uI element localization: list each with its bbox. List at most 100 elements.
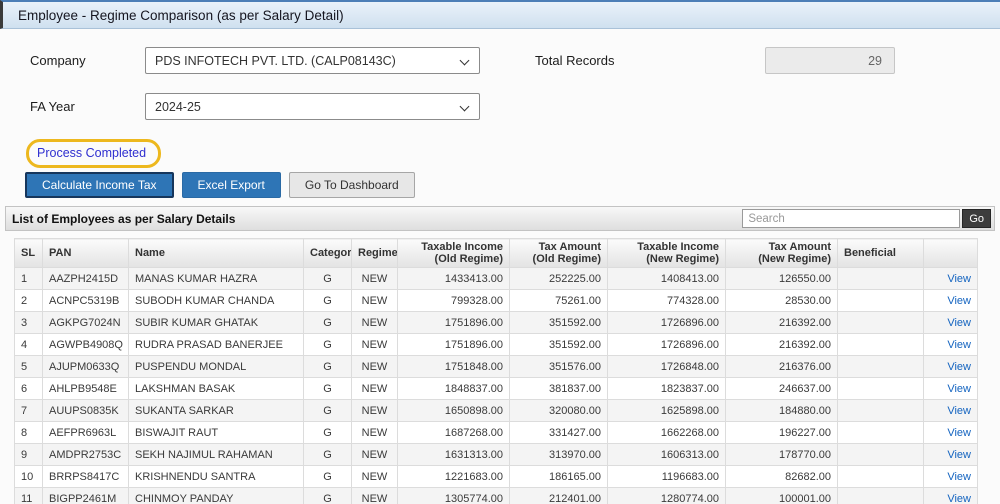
cell-category: G — [304, 488, 352, 504]
cell-regime: NEW — [352, 312, 398, 334]
cell-sl: 2 — [15, 290, 43, 312]
cell-taxable-new: 1726896.00 — [608, 312, 726, 334]
cell-regime: NEW — [352, 400, 398, 422]
employee-table-body: 1 AAZPH2415D MANAS KUMAR HAZRA G NEW 143… — [15, 268, 978, 504]
cell-taxable-old: 1848837.00 — [398, 378, 510, 400]
cell-name: BISWAJIT RAUT — [129, 422, 304, 444]
col-header-category: Category — [304, 239, 352, 268]
view-link[interactable]: View — [930, 427, 971, 439]
view-link[interactable]: View — [930, 339, 971, 351]
cell-pan: ACNPC5319B — [43, 290, 129, 312]
view-link[interactable]: View — [930, 383, 971, 395]
cell-tax-new: 216392.00 — [726, 334, 838, 356]
status-text: Process Completed — [37, 146, 146, 160]
cell-taxable-new: 1280774.00 — [608, 488, 726, 504]
cell-taxable-new: 1606313.00 — [608, 444, 726, 466]
cell-name: SUBIR KUMAR GHATAK — [129, 312, 304, 334]
fa-year-select[interactable]: 2024-25 — [145, 93, 480, 120]
cell-sl: 7 — [15, 400, 43, 422]
table-header-row: SL PAN Name Category Regime Taxable Inco… — [15, 239, 978, 268]
cell-name: SUKANTA SARKAR — [129, 400, 304, 422]
cell-category: G — [304, 290, 352, 312]
cell-tax-old: 351592.00 — [510, 312, 608, 334]
search-area: Go — [742, 209, 991, 228]
view-link[interactable]: View — [930, 361, 971, 373]
go-to-dashboard-button[interactable]: Go To Dashboard — [289, 172, 415, 198]
col-header-regime: Regime — [352, 239, 398, 268]
cell-view: View — [924, 444, 978, 466]
chevron-down-icon — [460, 102, 470, 112]
cell-sl: 3 — [15, 312, 43, 334]
view-link[interactable]: View — [930, 295, 971, 307]
cell-category: G — [304, 334, 352, 356]
calculate-income-tax-button[interactable]: Calculate Income Tax — [25, 172, 174, 198]
col-header-actions — [924, 239, 978, 268]
cell-view: View — [924, 268, 978, 290]
view-link[interactable]: View — [930, 449, 971, 461]
page-titlebar: Employee - Regime Comparison (as per Sal… — [0, 0, 1000, 29]
cell-tax-new: 100001.00 — [726, 488, 838, 504]
cell-view: View — [924, 488, 978, 504]
cell-pan: AHLPB9548E — [43, 378, 129, 400]
cell-tax-old: 331427.00 — [510, 422, 608, 444]
cell-tax-old: 212401.00 — [510, 488, 608, 504]
search-go-button[interactable]: Go — [962, 209, 991, 228]
cell-tax-new: 126550.00 — [726, 268, 838, 290]
cell-sl: 10 — [15, 466, 43, 488]
table-row: 2 ACNPC5319B SUBODH KUMAR CHANDA G NEW 7… — [15, 290, 978, 312]
cell-pan: AUUPS0835K — [43, 400, 129, 422]
cell-regime: NEW — [352, 444, 398, 466]
page-title: Employee - Regime Comparison (as per Sal… — [18, 8, 344, 23]
cell-pan: AGKPG7024N — [43, 312, 129, 334]
table-row: 6 AHLPB9548E LAKSHMAN BASAK G NEW 184883… — [15, 378, 978, 400]
cell-taxable-old: 1650898.00 — [398, 400, 510, 422]
col-header-name: Name — [129, 239, 304, 268]
search-input[interactable] — [742, 209, 960, 228]
chevron-down-icon — [460, 56, 470, 66]
table-row: 11 BIGPP2461M CHINMOY PANDAY G NEW 13057… — [15, 488, 978, 504]
cell-sl: 8 — [15, 422, 43, 444]
col-header-beneficial: Beneficial — [838, 239, 924, 268]
company-select[interactable]: PDS INFOTECH PVT. LTD. (CALP08143C) — [145, 47, 480, 74]
cell-beneficial — [838, 334, 924, 356]
cell-regime: NEW — [352, 268, 398, 290]
cell-sl: 1 — [15, 268, 43, 290]
cell-tax-old: 351576.00 — [510, 356, 608, 378]
fa-year-row: FA Year 2024-25 — [30, 93, 1000, 120]
cell-regime: NEW — [352, 334, 398, 356]
cell-sl: 9 — [15, 444, 43, 466]
cell-taxable-old: 1687268.00 — [398, 422, 510, 444]
view-link[interactable]: View — [930, 405, 971, 417]
cell-taxable-old: 1433413.00 — [398, 268, 510, 290]
cell-taxable-new: 1823837.00 — [608, 378, 726, 400]
cell-taxable-new: 1625898.00 — [608, 400, 726, 422]
total-records-field — [765, 47, 895, 74]
cell-regime: NEW — [352, 488, 398, 504]
cell-pan: BIGPP2461M — [43, 488, 129, 504]
cell-tax-new: 184880.00 — [726, 400, 838, 422]
cell-beneficial — [838, 356, 924, 378]
cell-category: G — [304, 466, 352, 488]
view-link[interactable]: View — [930, 317, 971, 329]
employee-table: SL PAN Name Category Regime Taxable Inco… — [14, 238, 978, 504]
cell-beneficial — [838, 488, 924, 504]
cell-taxable-old: 1305774.00 — [398, 488, 510, 504]
view-link[interactable]: View — [930, 493, 971, 504]
cell-taxable-new: 1662268.00 — [608, 422, 726, 444]
cell-name: LAKSHMAN BASAK — [129, 378, 304, 400]
cell-beneficial — [838, 466, 924, 488]
company-row: Company PDS INFOTECH PVT. LTD. (CALP0814… — [30, 47, 1000, 74]
cell-view: View — [924, 378, 978, 400]
status-highlight-oval: Process Completed — [26, 139, 161, 168]
table-row: 4 AGWPB4908Q RUDRA PRASAD BANERJEE G NEW… — [15, 334, 978, 356]
view-link[interactable]: View — [930, 273, 971, 285]
cell-beneficial — [838, 444, 924, 466]
table-row: 1 AAZPH2415D MANAS KUMAR HAZRA G NEW 143… — [15, 268, 978, 290]
excel-export-button[interactable]: Excel Export — [182, 172, 281, 198]
cell-view: View — [924, 466, 978, 488]
cell-tax-new: 178770.00 — [726, 444, 838, 466]
cell-tax-new: 196227.00 — [726, 422, 838, 444]
list-header-bar: List of Employees as per Salary Details … — [5, 206, 995, 231]
view-link[interactable]: View — [930, 471, 971, 483]
cell-regime: NEW — [352, 422, 398, 444]
